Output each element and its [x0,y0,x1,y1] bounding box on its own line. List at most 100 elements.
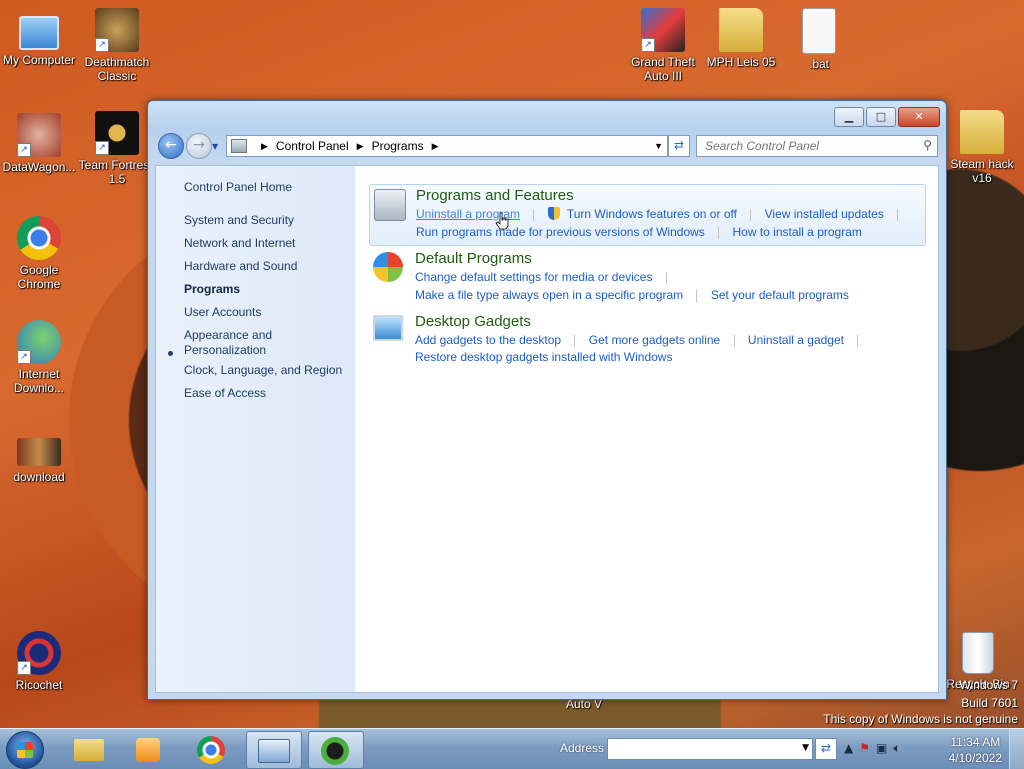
app-icon: ↗ [17,113,61,157]
control-panel-icon [231,139,247,153]
windows-version: Windows 7 [959,678,1018,692]
default-programs-link[interactable]: Set your default programs [711,288,849,302]
minimize-button[interactable]: ▁ [834,107,864,127]
sidebar-item-network-internet[interactable]: Network and Internet [184,236,295,251]
image-thumbnail-icon [17,438,61,466]
sidebar-item-appearance[interactable]: Appearance and Personalization [184,328,294,358]
caption-buttons: ▁ □ ✕ [834,107,940,127]
breadcrumb-chevron-icon[interactable]: ▶ [357,141,364,152]
desktop-icon-steam-hack[interactable]: Steam hack v16 [940,110,1024,185]
desktop-icon-deathmatch-classic[interactable]: ↗ Deathmatch Classic [75,8,159,83]
taskbar-media-player[interactable] [122,731,176,767]
taskbar-counter-strike[interactable] [308,731,364,769]
breadcrumb-control-panel[interactable]: Control Panel [276,139,349,153]
uac-shield-icon [547,207,560,220]
divider [718,226,720,239]
breadcrumb-chevron-icon[interactable]: ▶ [432,141,439,152]
show-hidden-icons-chevron-icon[interactable]: ▲ [844,741,853,756]
half-life-icon: ↗ [95,8,139,52]
desktop-icon-google-chrome[interactable]: Google Chrome [0,216,81,291]
desktop-icon-bat[interactable]: .bat [777,8,861,71]
sidebar-item-user-accounts[interactable]: User Accounts [184,305,261,320]
search-box[interactable]: ⚲ [696,135,938,157]
content-pane: Programs and Features Uninstall a progra… [355,165,939,693]
taskbar-control-panel[interactable] [246,731,302,769]
volume-icon[interactable]: 🔈︎ [893,741,900,756]
uninstall-gadget-link[interactable]: Uninstall a gadget [748,333,844,347]
link-row: Run programs made for previous versions … [416,225,862,239]
action-center-flag-icon[interactable]: ⚑ [859,741,870,756]
file-type-link[interactable]: Make a file type always open in a specif… [415,288,683,302]
search-icon[interactable]: ⚲ [923,138,932,152]
installed-updates-link[interactable]: View installed updates [765,207,884,221]
gta-icon: ↗ [641,8,685,52]
address-bar[interactable]: ▶ Control Panel ▶ Programs ▶ ▼ [226,135,668,157]
maximize-button[interactable]: □ [866,107,896,127]
link-row: Restore desktop gadgets installed with W… [415,350,672,364]
desktop-icon-label: Grand Theft Auto III [631,55,695,83]
previous-versions-link[interactable]: Run programs made for previous versions … [416,225,705,239]
default-programs-title[interactable]: Default Programs [415,250,532,267]
sidebar-item-ease-of-access[interactable]: Ease of Access [184,386,266,401]
desktop-icon-label: My Computer [2,53,76,67]
search-input[interactable] [703,136,917,156]
breadcrumb-chevron-icon[interactable]: ▶ [261,141,268,152]
media-player-icon [136,738,160,762]
address-dropdown-icon[interactable]: ▼ [802,743,809,753]
control-panel-icon [258,739,290,763]
divider [696,289,698,302]
chrome-icon [197,736,225,764]
windows-features-link[interactable]: Turn Windows features on or off [567,207,737,221]
desktop-icon-internet-download[interactable]: ↗ Internet Downlo... [0,320,81,395]
clock-date: 4/10/2022 [948,751,1002,765]
breadcrumb-programs[interactable]: Programs [372,139,424,153]
back-button[interactable]: ← [158,133,184,159]
taskbar-address-input[interactable] [611,739,795,759]
add-gadgets-link[interactable]: Add gadgets to the desktop [415,333,561,347]
folder-icon [960,110,1004,154]
sidebar: Control Panel Home System and Security N… [155,165,356,693]
address-dropdown-icon[interactable]: ▼ [654,141,663,151]
sidebar-item-clock-language[interactable]: Clock, Language, and Region [184,363,342,378]
desktop-gadgets-title[interactable]: Desktop Gadgets [415,313,531,330]
refresh-button[interactable]: ⇄ [668,135,690,157]
sidebar-item-home[interactable]: Control Panel Home [184,180,292,195]
shortcut-arrow-icon: ↗ [17,661,31,675]
sidebar-item-programs: Programs [184,282,241,296]
desktop-icon-ricochet[interactable]: ↗ Ricochet [0,631,81,692]
sidebar-item-system-security[interactable]: System and Security [184,213,294,228]
restore-gadgets-link[interactable]: Restore desktop gadgets installed with W… [415,350,672,364]
clock[interactable]: 11:34 AM 4/10/2022 [949,734,1002,766]
start-button[interactable] [6,731,44,769]
desktop-icon-my-computer[interactable]: My Computer [0,10,81,67]
address-go-button[interactable]: ⇄ [815,738,837,760]
divider [733,334,735,347]
taskbar-explorer[interactable] [62,731,116,767]
how-to-install-link[interactable]: How to install a program [732,225,861,239]
desktop-icon-mph-leis[interactable]: MPH Leis 05 [699,8,783,69]
taskbar-chrome[interactable] [184,731,238,767]
desktop-icon-download[interactable]: download [0,438,81,484]
hand-cursor-icon [495,212,509,230]
desktop-icon-datawagon[interactable]: ↗ DataWagon... [0,113,81,174]
category-default-programs: Default Programs Change default settings… [369,248,924,308]
more-gadgets-link[interactable]: Get more gadgets online [589,333,720,347]
chrome-icon [17,216,61,260]
windows-logo-icon [17,742,33,758]
programs-features-title[interactable]: Programs and Features [416,187,574,204]
recent-pages-chevron-icon[interactable]: ▼ [212,142,218,151]
network-icon[interactable]: ▣ [876,741,887,756]
sidebar-item-hardware-sound[interactable]: Hardware and Sound [184,259,297,274]
divider [750,208,752,221]
desktop-icon-label: Steam hack v16 [950,157,1014,185]
show-desktop-button[interactable] [1009,729,1024,769]
close-button[interactable]: ✕ [898,107,940,127]
team-fortress-icon: ↗ [95,111,139,155]
media-devices-link[interactable]: Change default settings for media or dev… [415,270,652,284]
category-desktop-gadgets: Desktop Gadgets Add gadgets to the deskt… [369,311,924,371]
address-toolbar-label: Address [560,741,605,755]
address-toolbar[interactable]: ▼ [607,738,813,760]
divider [857,334,859,347]
forward-button[interactable]: → [186,133,212,159]
desktop-icon-gta-iii[interactable]: ↗ Grand Theft Auto III [621,8,705,83]
